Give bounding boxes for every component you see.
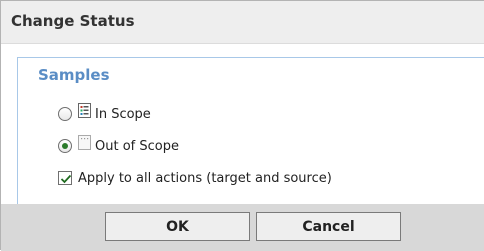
dialog-title: Change Status — [11, 12, 135, 30]
in-scope-label: In Scope — [95, 106, 151, 122]
apply-all-checkbox[interactable] — [58, 171, 72, 185]
apply-all-option[interactable]: Apply to all actions (target and source) — [58, 168, 332, 188]
samples-heading: Samples — [38, 66, 110, 84]
dialog-footer: OK Cancel — [1, 204, 484, 251]
out-of-scope-radio[interactable] — [58, 139, 72, 153]
apply-all-label: Apply to all actions (target and source) — [78, 170, 332, 186]
checkmark-icon — [60, 174, 72, 184]
ok-button[interactable]: OK — [105, 212, 250, 241]
dotted-document-icon — [78, 135, 92, 151]
change-status-dialog: Change Status Samples In Scope Out of Sc… — [0, 0, 484, 251]
in-scope-radio[interactable] — [58, 107, 72, 121]
list-document-icon — [78, 103, 92, 119]
out-of-scope-label: Out of Scope — [95, 138, 179, 154]
dialog-titlebar: Change Status — [1, 1, 484, 44]
samples-panel: Samples In Scope Out of Scope Apply to a… — [17, 57, 484, 204]
cancel-button[interactable]: Cancel — [256, 212, 401, 241]
in-scope-option[interactable]: In Scope — [58, 103, 151, 124]
out-of-scope-option[interactable]: Out of Scope — [58, 135, 179, 156]
